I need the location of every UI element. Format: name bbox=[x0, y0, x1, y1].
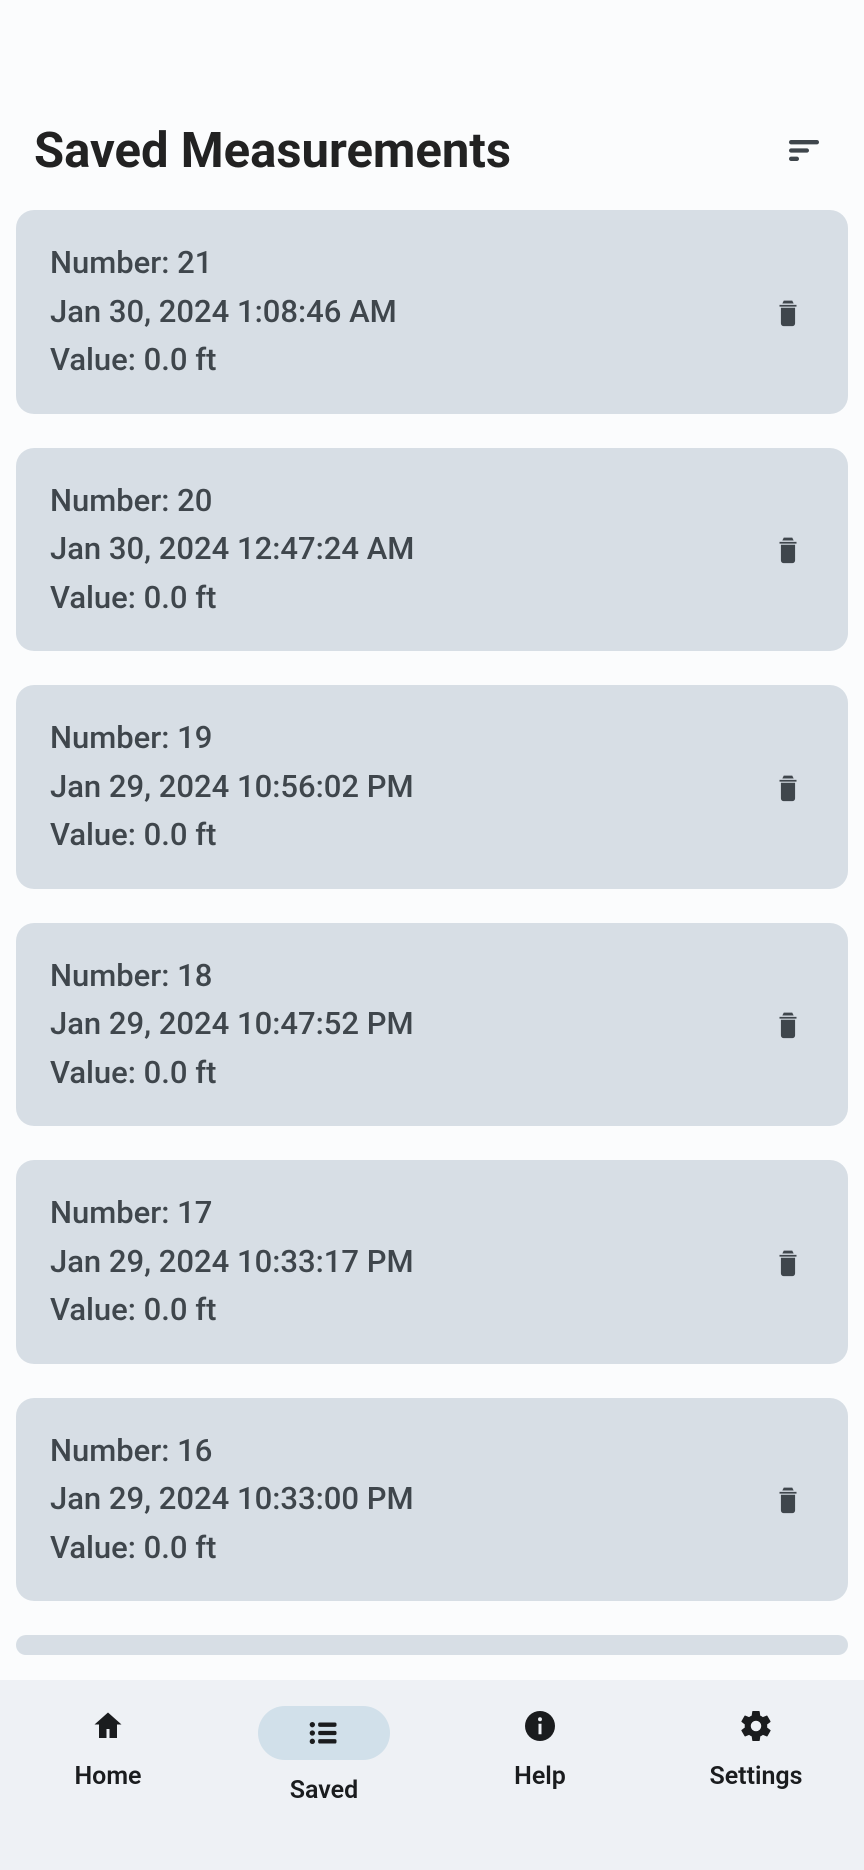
delete-button[interactable] bbox=[764, 763, 812, 811]
home-icon bbox=[90, 1708, 126, 1744]
nav-settings-icon-wrap bbox=[717, 1706, 795, 1746]
measurement-number: Number: 16 bbox=[50, 1428, 414, 1475]
nav-settings[interactable]: Settings bbox=[648, 1706, 864, 1791]
delete-button[interactable] bbox=[764, 288, 812, 336]
measurement-value: Value: 0.0 ft bbox=[50, 1525, 414, 1572]
measurement-value: Value: 0.0 ft bbox=[50, 575, 414, 622]
measurement-number: Number: 20 bbox=[50, 478, 414, 525]
delete-button[interactable] bbox=[764, 1475, 812, 1523]
sort-button[interactable] bbox=[780, 126, 828, 174]
measurement-value: Value: 0.0 ft bbox=[50, 1050, 414, 1097]
nav-home[interactable]: Home bbox=[0, 1706, 216, 1791]
measurement-text: Number: 16 Jan 29, 2024 10:33:00 PM Valu… bbox=[50, 1428, 414, 1572]
measurement-value: Value: 0.0 ft bbox=[50, 812, 414, 859]
measurement-time: Jan 29, 2024 10:33:17 PM bbox=[50, 1239, 414, 1286]
measurement-time: Jan 30, 2024 12:47:24 AM bbox=[50, 526, 414, 573]
measurement-number: Number: 19 bbox=[50, 715, 414, 762]
measurement-text: Number: 18 Jan 29, 2024 10:47:52 PM Valu… bbox=[50, 953, 414, 1097]
measurement-card[interactable]: Number: 18 Jan 29, 2024 10:47:52 PM Valu… bbox=[16, 923, 848, 1127]
nav-help[interactable]: Help bbox=[432, 1706, 648, 1791]
info-icon bbox=[522, 1708, 558, 1744]
delete-button[interactable] bbox=[764, 1238, 812, 1286]
measurement-card[interactable]: Number: 17 Jan 29, 2024 10:33:17 PM Valu… bbox=[16, 1160, 848, 1364]
measurement-card[interactable]: Number: 19 Jan 29, 2024 10:56:02 PM Valu… bbox=[16, 685, 848, 889]
measurement-time: Jan 29, 2024 10:47:52 PM bbox=[50, 1001, 414, 1048]
measurements-list: Number: 21 Jan 30, 2024 1:08:46 AM Value… bbox=[0, 200, 864, 1870]
trash-icon bbox=[771, 768, 805, 806]
measurement-text: Number: 21 Jan 30, 2024 1:08:46 AM Value… bbox=[50, 240, 397, 384]
status-bar-space bbox=[0, 0, 864, 100]
delete-button[interactable] bbox=[764, 1000, 812, 1048]
sort-icon bbox=[784, 130, 824, 170]
nav-help-icon-wrap bbox=[501, 1706, 579, 1746]
measurement-time: Jan 29, 2024 10:56:02 PM bbox=[50, 764, 414, 811]
nav-saved[interactable]: Saved bbox=[216, 1706, 432, 1805]
trash-icon bbox=[771, 293, 805, 331]
measurement-time: Jan 29, 2024 10:33:00 PM bbox=[50, 1476, 414, 1523]
measurement-number: Number: 18 bbox=[50, 953, 414, 1000]
measurement-text: Number: 19 Jan 29, 2024 10:56:02 PM Valu… bbox=[50, 715, 414, 859]
measurement-card[interactable]: Number: 16 Jan 29, 2024 10:33:00 PM Valu… bbox=[16, 1398, 848, 1602]
gear-icon bbox=[738, 1708, 774, 1744]
nav-saved-label: Saved bbox=[290, 1776, 358, 1805]
delete-button[interactable] bbox=[764, 525, 812, 573]
trash-icon bbox=[771, 530, 805, 568]
nav-saved-icon-wrap bbox=[258, 1706, 390, 1760]
measurement-card[interactable]: Number: 21 Jan 30, 2024 1:08:46 AM Value… bbox=[16, 210, 848, 414]
measurement-text: Number: 20 Jan 30, 2024 12:47:24 AM Valu… bbox=[50, 478, 414, 622]
measurement-number: Number: 21 bbox=[50, 240, 397, 287]
header: Saved Measurements bbox=[0, 100, 864, 200]
page-title: Saved Measurements bbox=[34, 122, 511, 179]
nav-settings-label: Settings bbox=[709, 1762, 802, 1791]
nav-help-label: Help bbox=[514, 1762, 566, 1791]
trash-icon bbox=[771, 1480, 805, 1518]
measurement-value: Value: 0.0 ft bbox=[50, 1287, 414, 1334]
measurement-card[interactable]: Number: 20 Jan 30, 2024 12:47:24 AM Valu… bbox=[16, 448, 848, 652]
bottom-nav: Home Saved Help Settings bbox=[0, 1680, 864, 1870]
measurement-value: Value: 0.0 ft bbox=[50, 337, 397, 384]
nav-home-icon-wrap bbox=[69, 1706, 147, 1746]
measurement-card-peek[interactable] bbox=[16, 1635, 848, 1655]
nav-home-label: Home bbox=[74, 1762, 141, 1791]
measurement-time: Jan 30, 2024 1:08:46 AM bbox=[50, 289, 397, 336]
trash-icon bbox=[771, 1005, 805, 1043]
list-icon bbox=[304, 1713, 344, 1753]
measurement-text: Number: 17 Jan 29, 2024 10:33:17 PM Valu… bbox=[50, 1190, 414, 1334]
trash-icon bbox=[771, 1243, 805, 1281]
measurement-number: Number: 17 bbox=[50, 1190, 414, 1237]
